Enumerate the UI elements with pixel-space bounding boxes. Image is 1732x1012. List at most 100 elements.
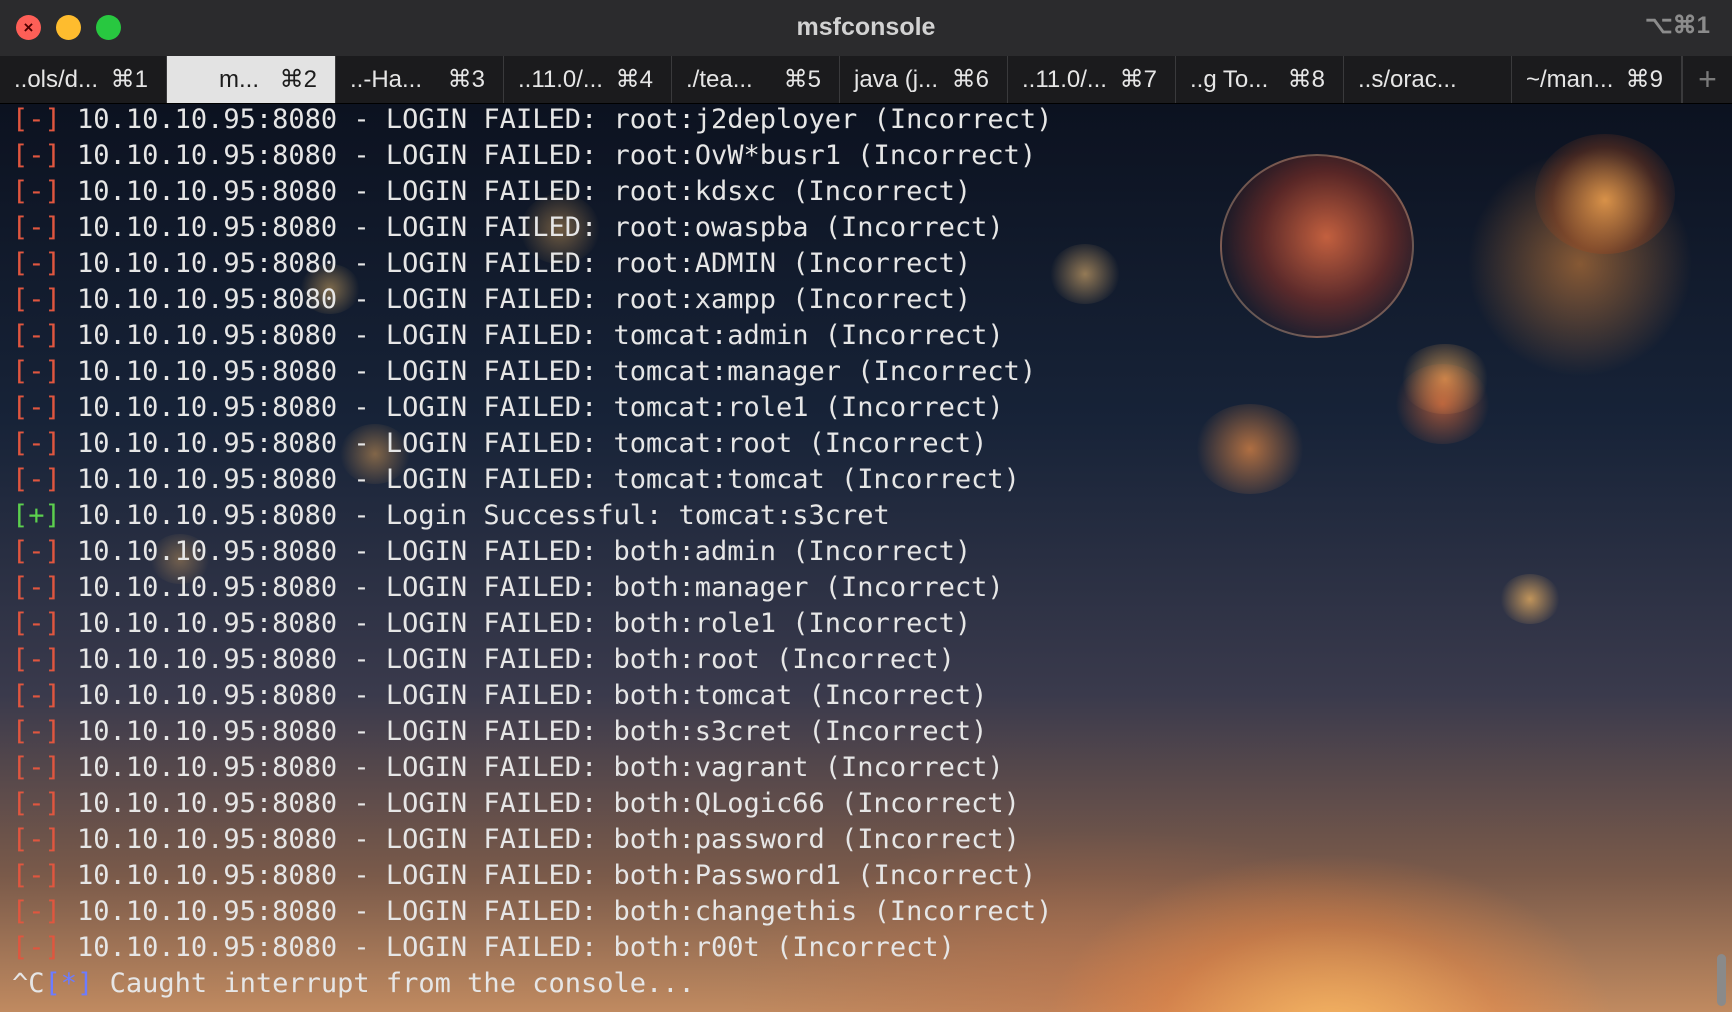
log-line: [+] 10.10.10.95:8080 - Login Successful:…: [12, 498, 1052, 534]
status-tag: [-]: [12, 104, 61, 135]
log-line: [-] 10.10.10.95:8080 - LOGIN FAILED: bot…: [12, 858, 1052, 894]
log-line: [-] 10.10.10.95:8080 - LOGIN FAILED: tom…: [12, 462, 1052, 498]
tab-10[interactable]: ~/man... ⌘9: [1512, 56, 1682, 103]
tab-7[interactable]: ..11.0/... ⌘7: [1008, 56, 1176, 103]
log-message: 10.10.10.95:8080 - LOGIN FAILED: both:to…: [77, 680, 988, 711]
status-tag: [-]: [12, 896, 61, 927]
log-line: ^C[*] Caught interrupt from the console.…: [12, 966, 1052, 1002]
status-tag: [-]: [12, 716, 61, 747]
tab-9[interactable]: ..s/orac...: [1344, 56, 1512, 103]
status-tag: [-]: [12, 428, 61, 459]
log-message: 10.10.10.95:8080 - Login Successful: tom…: [77, 500, 890, 531]
log-message: 10.10.10.95:8080 - LOGIN FAILED: tomcat:…: [77, 356, 1037, 387]
tab-label: m...: [219, 66, 259, 93]
tab-label: ..g To...: [1190, 66, 1269, 93]
log-message: Caught interrupt from the console...: [109, 968, 695, 999]
log-message: 10.10.10.95:8080 - LOGIN FAILED: both:r0…: [77, 932, 955, 963]
log-message: 10.10.10.95:8080 - LOGIN FAILED: both:ch…: [77, 896, 1053, 927]
status-tag: [-]: [12, 140, 61, 171]
log-message: 10.10.10.95:8080 - LOGIN FAILED: root:xa…: [77, 284, 972, 315]
tab-shortcut: ⌘3: [447, 66, 485, 93]
log-line: [-] 10.10.10.95:8080 - LOGIN FAILED: tom…: [12, 426, 1052, 462]
log-message: 10.10.10.95:8080 - LOGIN FAILED: both:ro…: [77, 644, 955, 675]
tab-shortcut: ⌘4: [615, 66, 653, 93]
log-line: [-] 10.10.10.95:8080 - LOGIN FAILED: tom…: [12, 390, 1052, 426]
log-line: [-] 10.10.10.95:8080 - LOGIN FAILED: bot…: [12, 570, 1052, 606]
log-line: [-] 10.10.10.95:8080 - LOGIN FAILED: roo…: [12, 174, 1052, 210]
log-line: [-] 10.10.10.95:8080 - LOGIN FAILED: roo…: [12, 282, 1052, 318]
log-line: [-] 10.10.10.95:8080 - LOGIN FAILED: bot…: [12, 534, 1052, 570]
tab-label: ~/man...: [1526, 66, 1614, 93]
status-tag: [-]: [12, 464, 61, 495]
tab-2[interactable]: m... ⌘2: [167, 56, 336, 103]
tab-6[interactable]: java (j... ⌘6: [840, 56, 1008, 103]
status-tag: [-]: [12, 608, 61, 639]
log-line: [-] 10.10.10.95:8080 - LOGIN FAILED: bot…: [12, 606, 1052, 642]
log-line: [-] 10.10.10.95:8080 - LOGIN FAILED: bot…: [12, 714, 1052, 750]
tab-label: ..ols/d...: [14, 66, 99, 93]
log-line: [-] 10.10.10.95:8080 - LOGIN FAILED: roo…: [12, 138, 1052, 174]
status-tag: [-]: [12, 824, 61, 855]
log-line: [-] 10.10.10.95:8080 - LOGIN FAILED: tom…: [12, 318, 1052, 354]
status-tag: [-]: [12, 536, 61, 567]
tab-label: ..-Ha...: [350, 66, 423, 93]
log-message: 10.10.10.95:8080 - LOGIN FAILED: root:kd…: [77, 176, 972, 207]
status-tag: [-]: [12, 644, 61, 675]
tab-8[interactable]: ..g To... ⌘8: [1176, 56, 1344, 103]
status-tag: [-]: [12, 356, 61, 387]
status-tag: [-]: [12, 788, 61, 819]
log-line: [-] 10.10.10.95:8080 - LOGIN FAILED: bot…: [12, 822, 1052, 858]
tab-label: java (j...: [854, 66, 939, 93]
log-message: 10.10.10.95:8080 - LOGIN FAILED: both:Pa…: [77, 860, 1037, 891]
log-message: 10.10.10.95:8080 - LOGIN FAILED: both:QL…: [77, 788, 1020, 819]
status-tag: [-]: [12, 572, 61, 603]
tab-shortcut: ⌘8: [1287, 66, 1325, 93]
tab-label: ..11.0/...: [1022, 66, 1107, 93]
status-tag: [-]: [12, 752, 61, 783]
log-message: 10.10.10.95:8080 - LOGIN FAILED: root:AD…: [77, 248, 972, 279]
status-tag: [-]: [12, 284, 61, 315]
tab-shortcut: ⌘6: [951, 66, 989, 93]
log-message: 10.10.10.95:8080 - LOGIN FAILED: both:va…: [77, 752, 1004, 783]
status-tag: [-]: [12, 320, 61, 351]
tab-4[interactable]: ..11.0/... ⌘4: [504, 56, 672, 103]
tab-1[interactable]: ..ols/d... ⌘1: [0, 56, 167, 103]
log-message: 10.10.10.95:8080 - LOGIN FAILED: both:ma…: [77, 572, 1004, 603]
log-message: 10.10.10.95:8080 - LOGIN FAILED: tomcat:…: [77, 464, 1020, 495]
status-tag: [*]: [44, 968, 94, 999]
log-message: 10.10.10.95:8080 - LOGIN FAILED: root:j2…: [77, 104, 1053, 135]
log-message: 10.10.10.95:8080 - LOGIN FAILED: tomcat:…: [77, 428, 988, 459]
log-line: [-] 10.10.10.95:8080 - LOGIN FAILED: roo…: [12, 246, 1052, 282]
status-tag: [-]: [12, 932, 61, 963]
scrollbar-thumb[interactable]: [1717, 954, 1726, 1006]
tab-3[interactable]: ..-Ha... ⌘3: [336, 56, 504, 103]
status-tag: [-]: [12, 680, 61, 711]
tab-shortcut: ⌘5: [783, 66, 821, 93]
log-line: [-] 10.10.10.95:8080 - LOGIN FAILED: bot…: [12, 642, 1052, 678]
background-orb: [1220, 154, 1414, 338]
status-tag: [+]: [12, 500, 61, 531]
status-tag: [-]: [12, 176, 61, 207]
terminal-output[interactable]: [-] 10.10.10.95:8080 - LOGIN FAILED: roo…: [0, 104, 1732, 1012]
log-line: [-] 10.10.10.95:8080 - LOGIN FAILED: bot…: [12, 750, 1052, 786]
interrupt-prefix: ^C: [12, 968, 45, 999]
log-line: [-] 10.10.10.95:8080 - LOGIN FAILED: bot…: [12, 786, 1052, 822]
log-message: 10.10.10.95:8080 - LOGIN FAILED: both:ro…: [77, 608, 972, 639]
status-tag: [-]: [12, 860, 61, 891]
log-line: [-] 10.10.10.95:8080 - LOGIN FAILED: bot…: [12, 894, 1052, 930]
log-line: [-] 10.10.10.95:8080 - LOGIN FAILED: bot…: [12, 930, 1052, 966]
plus-icon: +: [1698, 61, 1717, 97]
new-tab-button[interactable]: +: [1682, 56, 1732, 103]
log-message: 10.10.10.95:8080 - LOGIN FAILED: both:pa…: [77, 824, 1020, 855]
log-message: 10.10.10.95:8080 - LOGIN FAILED: tomcat:…: [77, 392, 1004, 423]
background-orb: [1535, 134, 1675, 254]
tab-5[interactable]: ./tea... ⌘5: [672, 56, 840, 103]
log-line: [-] 10.10.10.95:8080 - LOGIN FAILED: roo…: [12, 210, 1052, 246]
tab-shortcut: ⌘2: [279, 66, 317, 93]
status-tag: [-]: [12, 212, 61, 243]
log-message: 10.10.10.95:8080 - LOGIN FAILED: both:s3…: [77, 716, 988, 747]
title-bar: × msfconsole ⌥⌘1: [0, 0, 1732, 57]
background-orb: [1195, 404, 1305, 494]
log-line: [-] 10.10.10.95:8080 - LOGIN FAILED: bot…: [12, 678, 1052, 714]
tab-shortcut: ⌘9: [1625, 66, 1663, 93]
